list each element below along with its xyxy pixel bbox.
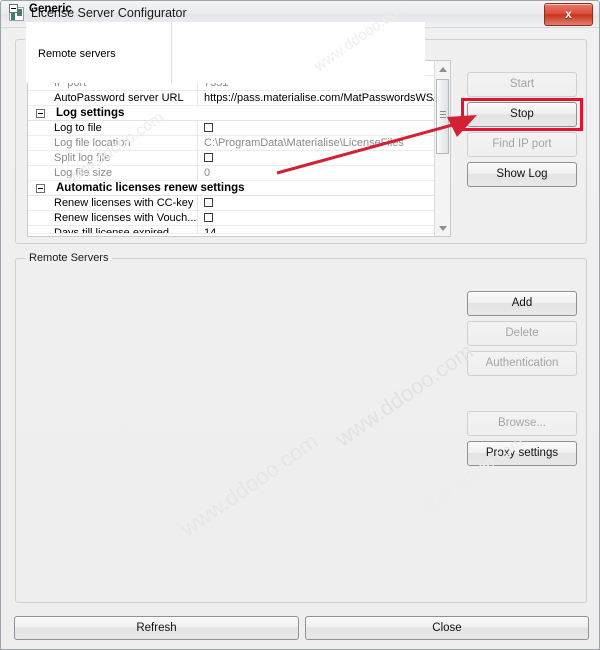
- property-category-row[interactable]: Log settings: [28, 106, 450, 121]
- property-name: Log file location: [28, 136, 198, 151]
- property-value[interactable]: [199, 196, 450, 211]
- remote-category-label: Generic: [29, 3, 72, 15]
- property-name: Days till license expired: [28, 226, 198, 233]
- remote-servers-value-cell[interactable]: [173, 22, 425, 83]
- property-value[interactable]: [199, 211, 450, 226]
- property-row[interactable]: Log file location C:\ProgramData\Material…: [28, 136, 450, 151]
- browse-button[interactable]: Browse...: [467, 411, 577, 436]
- checkbox-icon[interactable]: [204, 122, 213, 132]
- property-row[interactable]: AutoPassword server URL https://pass.mate…: [28, 91, 450, 106]
- remote-servers-name-cell: Remote servers: [26, 22, 172, 83]
- property-name: Renew licenses with Vouch...: [28, 211, 198, 226]
- property-value[interactable]: https://pass.materialise.com/MatPassword…: [199, 91, 450, 106]
- property-row[interactable]: Days till license expired 14: [28, 226, 450, 234]
- scroll-up-arrow-icon[interactable]: [435, 61, 450, 77]
- property-name: AutoPassword server URL: [28, 91, 198, 106]
- property-value[interactable]: C:\ProgramData\Materialise\LicenseFiles: [199, 136, 450, 151]
- property-grid-scrollbar[interactable]: [434, 61, 450, 236]
- property-row[interactable]: Split log file: [28, 151, 450, 166]
- add-button[interactable]: Add: [467, 291, 577, 316]
- property-value[interactable]: 14: [199, 226, 450, 233]
- checkbox-icon[interactable]: [204, 152, 213, 162]
- collapse-expander-icon[interactable]: [36, 184, 45, 193]
- property-name: Split log file: [28, 151, 198, 166]
- property-value[interactable]: [199, 121, 450, 136]
- find-ip-port-button[interactable]: Find IP port: [467, 132, 577, 157]
- property-name: Log file size: [28, 166, 198, 181]
- local-settings-rows: GenericIP port7351AutoPassword server UR…: [28, 61, 450, 234]
- property-name: Log to file: [28, 121, 198, 136]
- scrollbar-thumb[interactable]: [436, 79, 449, 154]
- close-button[interactable]: Close: [305, 616, 589, 640]
- refresh-button[interactable]: Refresh: [14, 616, 299, 640]
- scroll-down-arrow-icon[interactable]: [435, 220, 450, 236]
- property-value[interactable]: 0: [199, 166, 450, 181]
- collapse-expander-icon[interactable]: [9, 4, 18, 13]
- remote-servers-row[interactable]: Remote servers: [26, 22, 425, 83]
- authentication-button[interactable]: Authentication: [467, 351, 577, 376]
- property-value[interactable]: [199, 151, 450, 166]
- property-row[interactable]: Renew licenses with Vouch...: [28, 211, 450, 226]
- collapse-expander-icon[interactable]: [36, 109, 45, 118]
- remote-servers-label: Remote servers: [38, 48, 116, 60]
- property-row[interactable]: Log to file: [28, 121, 450, 136]
- property-row[interactable]: Log file size 0: [28, 166, 450, 181]
- close-icon: x: [565, 7, 572, 21]
- show-log-button[interactable]: Show Log: [467, 162, 577, 187]
- property-category-row[interactable]: Automatic licenses renew settings: [28, 181, 450, 196]
- remote-servers-legend: Remote Servers: [25, 252, 113, 264]
- local-settings-property-grid[interactable]: GenericIP port7351AutoPassword server UR…: [27, 60, 451, 237]
- proxy-settings-button[interactable]: Proxy settings: [467, 441, 577, 466]
- license-server-configurator-window: License Server Configurator x Local Lice…: [0, 0, 600, 650]
- delete-button[interactable]: Delete: [467, 321, 577, 346]
- property-name: Renew licenses with CC-key: [28, 196, 198, 211]
- stop-button[interactable]: Stop: [467, 102, 577, 127]
- checkbox-icon[interactable]: [204, 212, 213, 222]
- close-window-button[interactable]: x: [544, 3, 593, 26]
- property-category-label: Automatic licenses renew settings: [56, 182, 245, 194]
- start-button[interactable]: Start: [467, 72, 577, 97]
- checkbox-icon[interactable]: [204, 197, 213, 207]
- property-category-label: Log settings: [56, 107, 125, 119]
- property-row[interactable]: Renew licenses with CC-key: [28, 196, 450, 211]
